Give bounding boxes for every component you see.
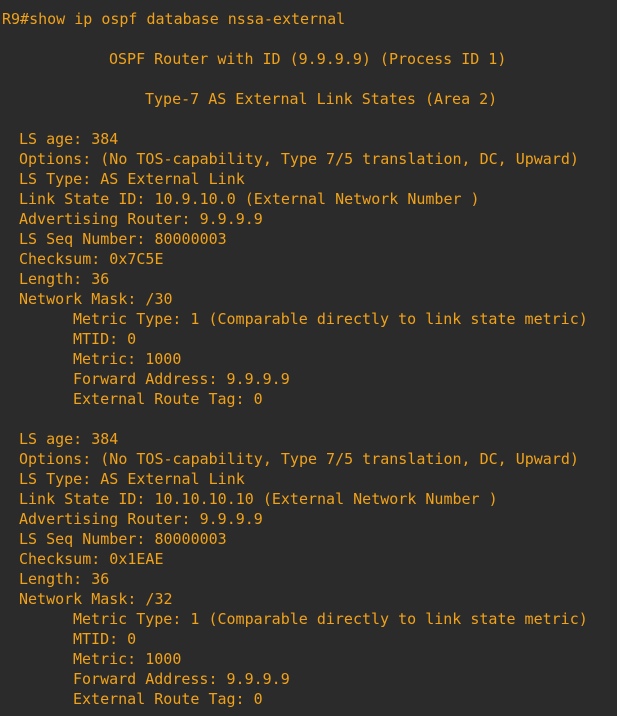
network-mask: Network Mask: /30 bbox=[19, 290, 173, 308]
metric-type: Metric Type: 1 (Comparable directly to l… bbox=[73, 310, 588, 328]
advertising-router: Advertising Router: 9.9.9.9 bbox=[19, 510, 263, 528]
ls-seq-number: LS Seq Number: 80000003 bbox=[19, 530, 227, 548]
external-route-tag: External Route Tag: 0 bbox=[73, 690, 263, 708]
router-header: OSPF Router with ID (9.9.9.9) (Process I… bbox=[109, 50, 507, 68]
link-state-id: Link State ID: 10.9.10.0 (External Netwo… bbox=[19, 190, 480, 208]
checksum: Checksum: 0x7C5E bbox=[19, 250, 164, 268]
length: Length: 36 bbox=[19, 570, 110, 588]
mtid: MTID: 0 bbox=[73, 630, 137, 648]
lsa-entry-2: LS age: 384 Options: (No TOS-capability,… bbox=[2, 429, 617, 709]
terminal-window[interactable]: R9#show ip ospf database nssa-external O… bbox=[0, 0, 617, 716]
ls-type: LS Type: AS External Link bbox=[19, 470, 245, 488]
mtid: MTID: 0 bbox=[73, 330, 137, 348]
options: Options: (No TOS-capability, Type 7/5 tr… bbox=[19, 150, 579, 168]
command-line: R9#show ip ospf database nssa-external bbox=[2, 10, 346, 28]
external-route-tag: External Route Tag: 0 bbox=[73, 390, 263, 408]
forward-address: Forward Address: 9.9.9.9 bbox=[73, 670, 290, 688]
link-states-header: Type-7 AS External Link States (Area 2) bbox=[145, 90, 498, 108]
link-state-id: Link State ID: 10.10.10.10 (External Net… bbox=[19, 490, 498, 508]
metric: Metric: 1000 bbox=[73, 650, 182, 668]
ls-type: LS Type: AS External Link bbox=[19, 170, 245, 188]
forward-address: Forward Address: 9.9.9.9 bbox=[73, 370, 290, 388]
metric: Metric: 1000 bbox=[73, 350, 182, 368]
ls-age: LS age: 384 bbox=[19, 130, 119, 148]
ls-age: LS age: 384 bbox=[19, 430, 119, 448]
checksum: Checksum: 0x1EAE bbox=[19, 550, 164, 568]
advertising-router: Advertising Router: 9.9.9.9 bbox=[19, 210, 263, 228]
length: Length: 36 bbox=[19, 270, 110, 288]
network-mask: Network Mask: /32 bbox=[19, 590, 173, 608]
ls-seq-number: LS Seq Number: 80000003 bbox=[19, 230, 227, 248]
options: Options: (No TOS-capability, Type 7/5 tr… bbox=[19, 450, 579, 468]
metric-type: Metric Type: 1 (Comparable directly to l… bbox=[73, 610, 588, 628]
lsa-entry-1: LS age: 384 Options: (No TOS-capability,… bbox=[2, 129, 617, 409]
